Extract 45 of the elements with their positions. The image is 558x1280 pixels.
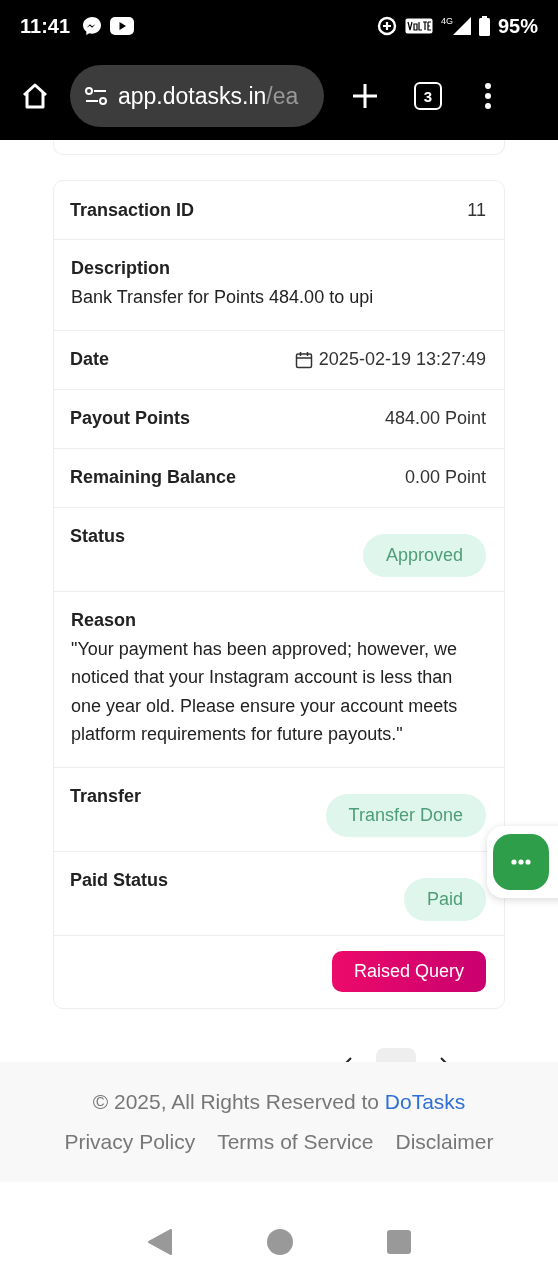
home-circle-icon[interactable] [267,1229,293,1255]
footer-link[interactable]: Privacy Policy [64,1129,196,1154]
copyright-text: © 2025, All Rights Reserved to DoTasks [92,1089,466,1114]
site-settings-icon[interactable] [84,86,108,106]
raised-query-button[interactable]: Raised Query [331,951,486,993]
status-badge: Transfer Done [325,793,486,837]
tab-count-button[interactable]: 3 [414,82,442,110]
field-label: Payout Points [70,408,190,430]
chat-button[interactable] [493,834,549,890]
more-menu-icon[interactable] [484,83,492,109]
field-value: 2025-02-19 13:27:49 [318,349,486,371]
footer-link[interactable]: Terms of Service [217,1129,374,1154]
video-play-icon [110,17,135,35]
network-type: 4G [440,16,453,26]
field-value: 0.00 Point [404,467,486,489]
brand-link[interactable]: DoTasks [384,1089,466,1113]
more-dots-icon [511,859,531,865]
field-label: Transfer [70,785,142,807]
back-icon[interactable] [147,1228,173,1256]
url-text: app.dotasks.in/ea [118,82,299,110]
signal-icon [452,17,471,35]
messenger-icon [82,16,103,36]
battery-level: 95% [497,14,538,38]
field-label: Description [71,258,172,279]
field-label: Reason [71,609,138,631]
field-value: Bank Transfer for Points 484.00 to upi [71,286,375,309]
field-value: 11 [467,199,486,221]
new-tab-icon[interactable] [352,83,378,109]
status-badge: Approved [362,533,486,577]
field-value: "Your payment has been approved; however, we noticed that your Instagram account is less than one year old. Please ensure your account meets platform requirements for future payouts." [71,637,459,747]
status-badge: Paid [403,877,486,921]
data-saver-icon [376,16,397,36]
field-label: Date [70,349,109,371]
footer-link[interactable]: Disclaimer [395,1129,494,1154]
home-icon[interactable] [20,81,50,111]
field-value: 484.00 Point [384,408,486,430]
volte-icon [404,18,433,34]
field-label: Remaining Balance [70,467,237,489]
field-label: Paid Status [70,869,169,891]
calendar-icon [294,350,313,369]
address-bar[interactable]: app.dotasks.in/ea [70,65,324,127]
battery-icon [478,16,490,36]
field-label: Transaction ID [70,199,195,221]
status-time: 11:41 [20,14,71,38]
field-label: Status [70,525,125,547]
